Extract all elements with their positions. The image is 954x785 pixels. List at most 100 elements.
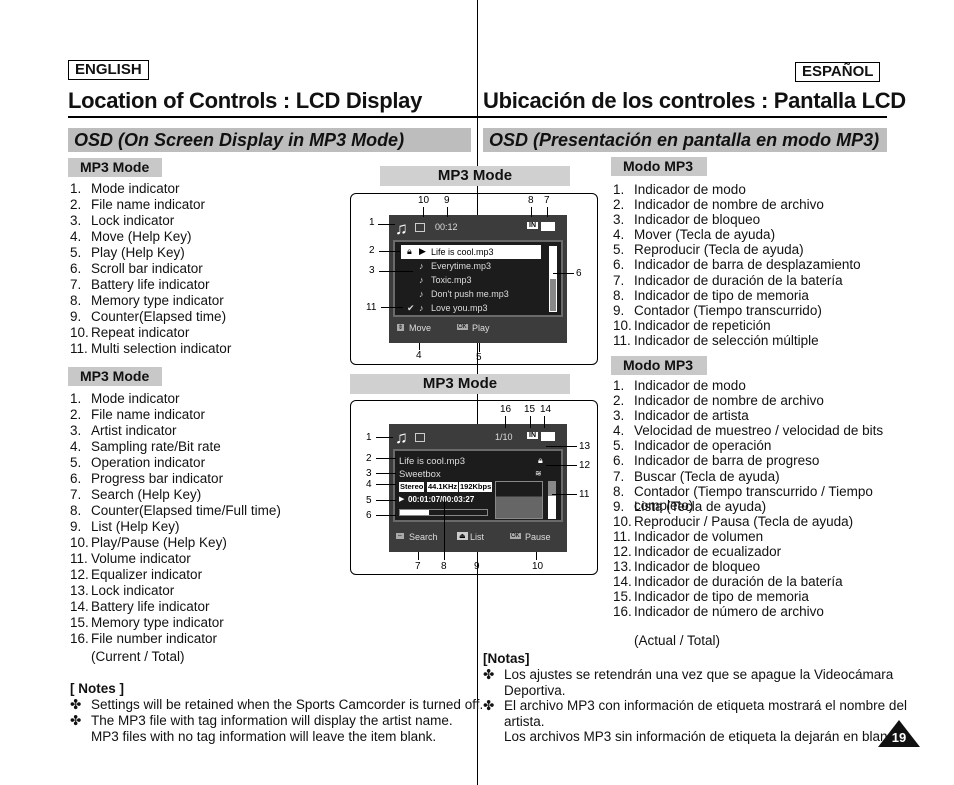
list-item: 6. Indicador de barra de desplazamiento <box>613 257 861 272</box>
en-list1-title: MP3 Mode <box>68 158 162 177</box>
en-note-2-cont: MP3 files with no tag information will l… <box>91 729 437 744</box>
callout-line <box>444 500 445 560</box>
list-number: 13. <box>70 583 89 598</box>
list-item: 6. Progress bar indicator <box>70 471 281 487</box>
page-title-spanish: Ubicación de los controles : Pantalla LC… <box>483 88 906 113</box>
list-text: Play (Help Key) <box>91 245 185 260</box>
list-item: 10. Reproducir / Pausa (Tecla de ayuda) <box>613 514 883 529</box>
list-text: Indicador de número de archivo <box>634 604 824 620</box>
repeat-icon <box>415 433 425 442</box>
list-number: 5. <box>613 438 625 454</box>
callout-line <box>379 251 400 252</box>
es-note-1: ✤ Los ajustes se retendrán una vez que se… <box>483 667 893 683</box>
list-item: 11. Multi selection indicator <box>70 341 231 357</box>
es-list1: 1. Indicador de modo 2. Indicador de nombre… <box>613 182 861 348</box>
repeat-icon <box>415 223 425 232</box>
list-number: 11. <box>613 528 631 544</box>
en-list2-title: MP3 Mode <box>68 367 162 386</box>
callout-line <box>423 207 424 217</box>
list-number: 12. <box>70 567 89 582</box>
callout-line <box>547 207 548 217</box>
callout-number: 10 <box>532 561 544 572</box>
callout-line <box>553 273 574 274</box>
list-number: 16. <box>70 631 89 646</box>
callout-number: 10 <box>418 195 430 206</box>
list-item: 9. List (Help Key) <box>70 519 281 535</box>
list-number: 15. <box>613 589 632 605</box>
callout-line <box>379 271 413 272</box>
list-text: Search (Help Key) <box>91 487 202 502</box>
file-item[interactable]: Don't push me.mp3 <box>431 289 509 299</box>
list-text: Play/Pause (Help Key) <box>91 535 227 550</box>
page-number: 19 <box>891 730 907 745</box>
list-item: 1. Indicador de modo <box>613 378 883 393</box>
callout-line <box>477 552 478 560</box>
scrollbar-thumb[interactable] <box>550 279 556 311</box>
list-text: Indicador de nombre de archivo <box>634 197 824 213</box>
list-text: Equalizer indicator <box>91 567 203 582</box>
callout-number: 9 <box>474 561 480 572</box>
list-item: 4. Move (Help Key) <box>70 229 231 245</box>
music-mode-icon: ♫ <box>395 428 408 447</box>
callout-number: 11 <box>579 489 590 500</box>
memory-type-indicator: IN <box>527 222 538 229</box>
list-number: 10. <box>70 535 89 550</box>
screen1-lcd: ♫ 00:12 IN 🔒︎ ▶ Life is cool.mp3 ♪ Everyt… <box>389 215 567 343</box>
title-rule <box>68 116 887 118</box>
list-text: Operation indicator <box>91 455 206 470</box>
list-text: Battery life indicator <box>91 277 210 292</box>
music-mode-icon: ♫ <box>395 219 408 238</box>
callout-number: 8 <box>441 561 447 572</box>
list-item: 7. Buscar (Tecla de ayuda) <box>613 469 883 484</box>
callout-number: 3 <box>366 468 372 479</box>
list-number: 13. <box>613 559 632 575</box>
list-item: 13. Lock indicator <box>70 583 281 599</box>
list-text: Contador (Tiempo transcurrido) <box>634 302 822 318</box>
list-number: 9. <box>70 309 82 324</box>
file-item[interactable]: Love you.mp3 <box>431 303 488 313</box>
callout-line <box>376 473 396 474</box>
es-note-2: ✤ El archivo MP3 con información de etiqu… <box>483 698 907 714</box>
list-number: 10. <box>613 513 632 529</box>
file-item[interactable]: Life is cool.mp3 <box>431 247 494 257</box>
callout-number: 3 <box>369 265 375 276</box>
list-number: 4. <box>70 439 82 454</box>
list-text: Indicador de barra de desplazamiento <box>634 257 861 273</box>
check-icon: ✔ <box>407 303 415 313</box>
list-item: 5. Indicador de operación <box>613 438 883 453</box>
note-icon: ♪ <box>419 275 424 285</box>
battery-icon <box>541 432 555 441</box>
list-item: 15. Indicador de tipo de memoria <box>613 589 883 604</box>
callout-line <box>546 465 577 466</box>
list-item: 2. File name indicator <box>70 407 281 423</box>
callout-number: 4 <box>366 479 372 490</box>
file-item[interactable]: Toxic.mp3 <box>431 275 472 285</box>
es-note-1-cont: Deportiva. <box>504 683 566 698</box>
list-number: 6. <box>613 257 625 273</box>
list-number: 7. <box>70 487 82 502</box>
note-text: The MP3 file with tag information will d… <box>91 713 453 728</box>
list-text: Indicador de tipo de memoria <box>634 287 809 303</box>
list-number: 2. <box>70 197 82 212</box>
list-item: 3. Indicador de artista <box>613 408 883 423</box>
list-number: 6. <box>70 471 82 486</box>
list-text: Buscar (Tecla de ayuda) <box>634 468 780 484</box>
list-text: Indicador de duración de la batería <box>634 574 843 590</box>
list-number: 11. <box>613 332 631 348</box>
list-number: 12. <box>613 544 632 560</box>
counter: 00:01:07/00:03:27 <box>408 495 475 504</box>
callout-number: 7 <box>415 561 421 572</box>
list-text: File number indicator <box>91 631 218 646</box>
list-text: Indicador de modo <box>634 182 746 197</box>
list-item: 10. Play/Pause (Help Key) <box>70 535 281 551</box>
es-note-2-cont: artista. <box>504 714 545 729</box>
elapsed-time: 00:12 <box>435 222 458 232</box>
scrollbar[interactable] <box>549 246 557 312</box>
list-number: 3. <box>70 423 82 438</box>
list-text: Counter(Elapsed time) <box>91 309 227 324</box>
ok-key-icon: OK <box>510 533 521 539</box>
file-item[interactable]: Everytime.mp3 <box>431 261 491 271</box>
bullet-icon: ✤ <box>483 698 495 713</box>
bit-rate: 192Kbps <box>459 482 493 492</box>
list-item: 8. Contador (Tiempo transcurrido / Tiempo <box>613 484 883 499</box>
